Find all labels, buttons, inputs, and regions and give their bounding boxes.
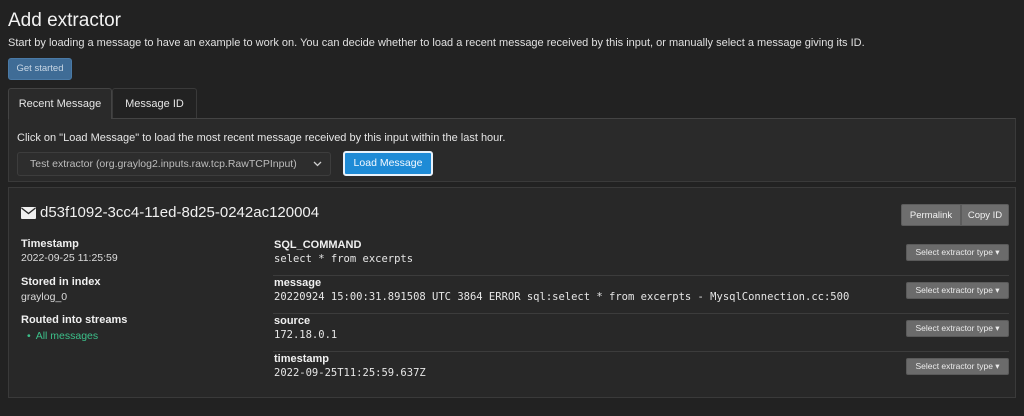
field-name: timestamp: [274, 353, 330, 365]
message-id: d53f1092-3cc4-11ed-8d25-0242ac120004: [40, 204, 320, 221]
message-header: d53f1092-3cc4-11ed-8d25-0242ac120004: [21, 204, 319, 223]
field-row-source: source 172.18.0.1 Select extractor type …: [273, 314, 1009, 352]
input-select[interactable]: Test extractor (org.graylog2.inputs.raw.…: [17, 152, 331, 176]
field-value: select * from excerpts: [274, 253, 414, 265]
message-panel: d53f1092-3cc4-11ed-8d25-0242ac120004 Per…: [8, 187, 1016, 398]
timestamp-label: Timestamp: [21, 238, 79, 250]
field-row-timestamp: timestamp 2022-09-25T11:25:59.637Z Selec…: [273, 352, 1009, 390]
envelope-icon: [21, 206, 36, 223]
field-row-sql-command: SQL_COMMAND select * from excerpts Selec…: [273, 238, 1009, 276]
select-extractor-type-button[interactable]: Select extractor type ▾: [906, 320, 1009, 337]
select-extractor-type-button[interactable]: Select extractor type ▾: [906, 244, 1009, 261]
field-name: message: [274, 277, 322, 289]
field-row-message: message 20220924 15:00:31.891508 UTC 386…: [273, 276, 1009, 314]
load-message-button[interactable]: Load Message: [343, 151, 433, 176]
field-value: 172.18.0.1: [274, 329, 338, 341]
load-message-help-text: Click on "Load Message" to load the most…: [17, 132, 506, 144]
field-name: source: [274, 315, 311, 327]
select-extractor-type-button[interactable]: Select extractor type ▾: [906, 358, 1009, 375]
page-description: Start by loading a message to have an ex…: [8, 37, 865, 49]
stored-in-index-label: Stored in index: [21, 276, 101, 288]
copy-id-button[interactable]: Copy ID: [961, 204, 1009, 226]
timestamp-value: 2022-09-25 11:25:59: [21, 252, 118, 264]
get-started-button[interactable]: Get started: [8, 58, 72, 80]
tab-message-id[interactable]: Message ID: [112, 88, 197, 119]
recent-message-panel: Click on "Load Message" to load the most…: [8, 118, 1016, 182]
chevron-down-icon: [313, 153, 322, 183]
page-title: Add extractor: [8, 10, 121, 31]
permalink-button[interactable]: Permalink: [901, 204, 961, 226]
stream-link-label: All messages: [35, 330, 99, 342]
tab-recent-message[interactable]: Recent Message: [8, 88, 112, 119]
field-value: 2022-09-25T11:25:59.637Z: [274, 367, 426, 379]
field-value: 20220924 15:00:31.891508 UTC 3864 ERROR …: [274, 291, 850, 303]
field-name: SQL_COMMAND: [274, 239, 362, 251]
routed-into-streams-label: Routed into streams: [21, 314, 128, 326]
tab-bar: Recent Message Message ID: [8, 88, 1016, 119]
stream-link-all-messages[interactable]: • All messages: [27, 330, 98, 342]
select-extractor-type-button[interactable]: Select extractor type ▾: [906, 282, 1009, 299]
input-select-value: Test extractor (org.graylog2.inputs.raw.…: [30, 158, 297, 170]
stored-in-index-value: graylog_0: [21, 291, 68, 303]
